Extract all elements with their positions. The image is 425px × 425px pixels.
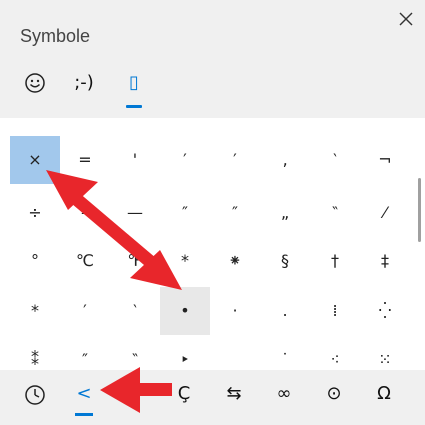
tab-geometric[interactable]: ⊙ bbox=[314, 376, 354, 416]
symbol-cell[interactable]: ″ bbox=[60, 336, 110, 370]
arrows-icon: ⇆ bbox=[226, 383, 242, 404]
symbol-cell[interactable]: ⁖ bbox=[310, 336, 360, 370]
punctuation-icon: < bbox=[76, 383, 92, 404]
symbol-cell[interactable]: ' bbox=[110, 136, 160, 184]
symbol-cell-selected[interactable]: × bbox=[10, 136, 60, 184]
recent-icon bbox=[25, 385, 45, 405]
symbol-category-bar: < $ Ç ⇆ ∞ ⊙ Ω bbox=[0, 370, 425, 425]
symbol-cell[interactable]: ″ bbox=[210, 189, 260, 237]
symbol-cell[interactable]: ‚ bbox=[260, 136, 310, 184]
symbols-icon: ▯ bbox=[129, 72, 139, 93]
close-button[interactable] bbox=[395, 8, 417, 30]
symbol-cell[interactable] bbox=[60, 118, 110, 122]
symbol-cell[interactable]: ℃ bbox=[60, 237, 110, 285]
symbol-cell[interactable]: ⁙ bbox=[360, 336, 410, 370]
symbol-cell-hovered[interactable]: • bbox=[160, 287, 210, 335]
grid-scrollbar[interactable] bbox=[418, 178, 421, 242]
symbol-cell[interactable]: ″ bbox=[160, 189, 210, 237]
symbol-cell[interactable]: ‵ bbox=[110, 287, 160, 335]
symbol-cell[interactable]: ⁕ bbox=[210, 237, 260, 285]
symbol-cell[interactable]: = bbox=[60, 136, 110, 184]
symbol-cell[interactable]: ‣ bbox=[160, 336, 210, 370]
symbol-cell[interactable]: ′ bbox=[210, 136, 260, 184]
tab-symbols[interactable]: ▯ bbox=[114, 62, 154, 110]
symbol-cell[interactable]: ⁛ bbox=[360, 287, 410, 335]
tab-math[interactable]: ∞ bbox=[264, 376, 304, 416]
emoji-icon bbox=[25, 73, 45, 93]
tab-arrows[interactable]: ⇆ bbox=[214, 376, 254, 416]
symbol-cell[interactable] bbox=[110, 118, 160, 122]
tab-kaomoji[interactable]: ;-) bbox=[64, 62, 104, 110]
language-icon: Ω bbox=[377, 383, 391, 404]
symbol-cell[interactable]: ¬ bbox=[360, 136, 410, 184]
symbol-cell[interactable]: „ bbox=[260, 189, 310, 237]
symbol-cell[interactable]: † bbox=[310, 237, 360, 285]
panel-title: Symbole bbox=[20, 26, 91, 46]
symbol-cell[interactable]: ( bbox=[10, 118, 60, 122]
tab-emoji[interactable] bbox=[15, 62, 55, 110]
symbol-cell[interactable]: ‡ bbox=[360, 237, 410, 285]
tab-language[interactable]: Ω bbox=[364, 376, 404, 416]
symbol-cell[interactable]: * bbox=[160, 237, 210, 285]
symbol-panel: Symbole ;-) ▯ ( × = ' ′ ′ ‚ ‵ ¬ bbox=[0, 0, 425, 425]
symbol-cell[interactable]: ‵ bbox=[310, 136, 360, 184]
geometric-icon: ⊙ bbox=[326, 383, 342, 404]
symbol-cell[interactable]: ⁑ bbox=[10, 336, 60, 370]
category-tabs: ;-) ▯ bbox=[0, 62, 425, 110]
symbol-cell[interactable]: – bbox=[60, 189, 110, 237]
symbol-cell[interactable]: ˙ bbox=[260, 336, 310, 370]
symbol-cell[interactable]: ⁞ bbox=[310, 287, 360, 335]
symbol-cell[interactable]: § bbox=[260, 237, 310, 285]
symbol-cell[interactable]: ‶ bbox=[310, 189, 360, 237]
currency-icon: $ bbox=[128, 383, 140, 404]
symbol-cell[interactable]: ′ bbox=[60, 287, 110, 335]
symbol-cell[interactable]: ℉ bbox=[110, 237, 160, 285]
symbol-cell[interactable]: ⁄ bbox=[360, 189, 410, 237]
symbol-cell[interactable]: ‶ bbox=[110, 336, 160, 370]
symbol-cell[interactable]: . bbox=[260, 287, 310, 335]
tab-active-indicator bbox=[126, 105, 142, 108]
symbol-cell[interactable]: · bbox=[210, 287, 260, 335]
latin-icon: Ç bbox=[177, 383, 191, 404]
bottom-tab-active-indicator bbox=[75, 413, 93, 416]
close-icon bbox=[399, 12, 413, 26]
symbol-cell[interactable]: ° bbox=[10, 237, 60, 285]
tab-currency[interactable]: $ bbox=[114, 376, 154, 416]
symbol-grid: ( × = ' ′ ′ ‚ ‵ ¬ ÷ – — ″ ″ „ ‶ ⁄ ° ℃ ℉ … bbox=[0, 118, 425, 370]
symbol-cell[interactable]: * bbox=[10, 287, 60, 335]
symbol-cell[interactable]: ÷ bbox=[10, 189, 60, 237]
tab-latin[interactable]: Ç bbox=[164, 376, 204, 416]
kaomoji-icon: ;-) bbox=[74, 72, 94, 93]
symbol-cell[interactable]: ′ bbox=[160, 136, 210, 184]
tab-recent[interactable] bbox=[15, 376, 55, 416]
symbol-cell[interactable] bbox=[210, 336, 260, 370]
tab-punctuation[interactable]: < bbox=[64, 376, 104, 416]
math-icon: ∞ bbox=[276, 383, 292, 404]
symbol-cell[interactable]: — bbox=[110, 189, 160, 237]
